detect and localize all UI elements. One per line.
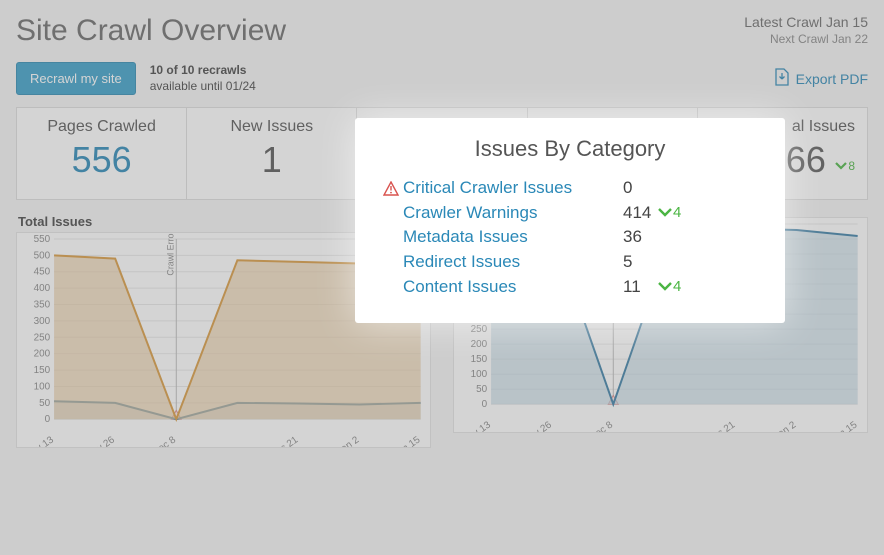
category-name: Metadata Issues [403, 225, 623, 250]
recrawl-info: 10 of 10 recrawls available until 01/24 [150, 63, 256, 94]
stat-value: 1 [193, 139, 350, 181]
recrawl-count: 10 of 10 recrawls [150, 63, 256, 78]
svg-text:Nov 26: Nov 26 [522, 419, 554, 432]
recrawl-button[interactable]: Recrawl my site [16, 62, 136, 95]
warning-icon [379, 181, 403, 196]
issues-by-category-popover: Issues By Category Critical Crawler Issu… [355, 118, 785, 323]
next-crawl-date: Next Crawl Jan 22 [744, 32, 868, 46]
svg-text:150: 150 [471, 354, 488, 365]
category-name: Content Issues [403, 275, 623, 300]
latest-crawl-date: Latest Crawl Jan 15 [744, 14, 868, 30]
category-value: 0 [623, 176, 657, 201]
svg-text:50: 50 [39, 398, 51, 409]
svg-text:Jan 15: Jan 15 [829, 419, 860, 432]
download-icon [774, 68, 790, 89]
svg-text:Nov 13: Nov 13 [24, 434, 56, 447]
svg-text:400: 400 [34, 283, 51, 294]
svg-text:50: 50 [476, 384, 488, 395]
category-row[interactable]: Redirect Issues5 [379, 250, 761, 275]
svg-text:Jan 2: Jan 2 [335, 435, 361, 447]
category-row[interactable]: Content Issues114 [379, 275, 761, 300]
category-name: Crawler Warnings [403, 201, 623, 226]
svg-text:100: 100 [471, 369, 488, 380]
stat-delta: 8 [834, 159, 855, 173]
category-row[interactable]: Critical Crawler Issues0 [379, 176, 761, 201]
category-value: 11 [623, 275, 657, 300]
stat-value: 556 [23, 139, 180, 181]
recrawl-until: available until 01/24 [150, 79, 256, 94]
category-delta: 4 [657, 202, 681, 224]
category-row[interactable]: Metadata Issues36 [379, 225, 761, 250]
chevron-down-icon [834, 160, 848, 172]
svg-text:500: 500 [34, 250, 51, 261]
svg-text:200: 200 [471, 339, 488, 350]
svg-text:450: 450 [34, 267, 51, 278]
category-delta: 4 [657, 276, 681, 298]
page-title: Site Crawl Overview [16, 14, 286, 48]
stat-pages-crawled[interactable]: Pages Crawled 556 [17, 108, 187, 199]
svg-text:Nov 26: Nov 26 [85, 434, 117, 447]
svg-text:200: 200 [34, 349, 51, 360]
svg-text:0: 0 [482, 399, 488, 410]
svg-text:Dec 8: Dec 8 [588, 419, 616, 432]
crawl-dates: Latest Crawl Jan 15 Next Crawl Jan 22 [744, 14, 868, 46]
category-name: Critical Crawler Issues [403, 176, 623, 201]
svg-text:250: 250 [471, 324, 488, 335]
svg-text:550: 550 [34, 234, 51, 245]
stat-label: New Issues [193, 118, 350, 136]
export-pdf-button[interactable]: Export PDF [774, 68, 868, 89]
svg-text:Crawl Error: Crawl Error [165, 233, 175, 276]
svg-text:100: 100 [34, 381, 51, 392]
stat-label: Pages Crawled [23, 118, 180, 136]
category-value: 414 [623, 201, 657, 226]
svg-text:Dec 21: Dec 21 [268, 434, 300, 447]
svg-text:Dec 21: Dec 21 [705, 419, 737, 432]
category-row[interactable]: Crawler Warnings4144 [379, 201, 761, 226]
svg-text:300: 300 [34, 316, 51, 327]
svg-text:350: 350 [34, 299, 51, 310]
category-name: Redirect Issues [403, 250, 623, 275]
svg-text:150: 150 [34, 365, 51, 376]
svg-text:250: 250 [34, 332, 51, 343]
popover-title: Issues By Category [379, 136, 761, 162]
svg-text:Dec 8: Dec 8 [151, 434, 179, 447]
category-value: 5 [623, 250, 657, 275]
svg-text:0: 0 [45, 414, 51, 425]
svg-text:Jan 15: Jan 15 [392, 434, 423, 447]
svg-text:Nov 13: Nov 13 [461, 419, 493, 432]
stat-new-issues[interactable]: New Issues 1 [187, 108, 357, 199]
export-pdf-label: Export PDF [796, 71, 868, 87]
svg-text:Jan 2: Jan 2 [772, 420, 798, 432]
category-value: 36 [623, 225, 657, 250]
